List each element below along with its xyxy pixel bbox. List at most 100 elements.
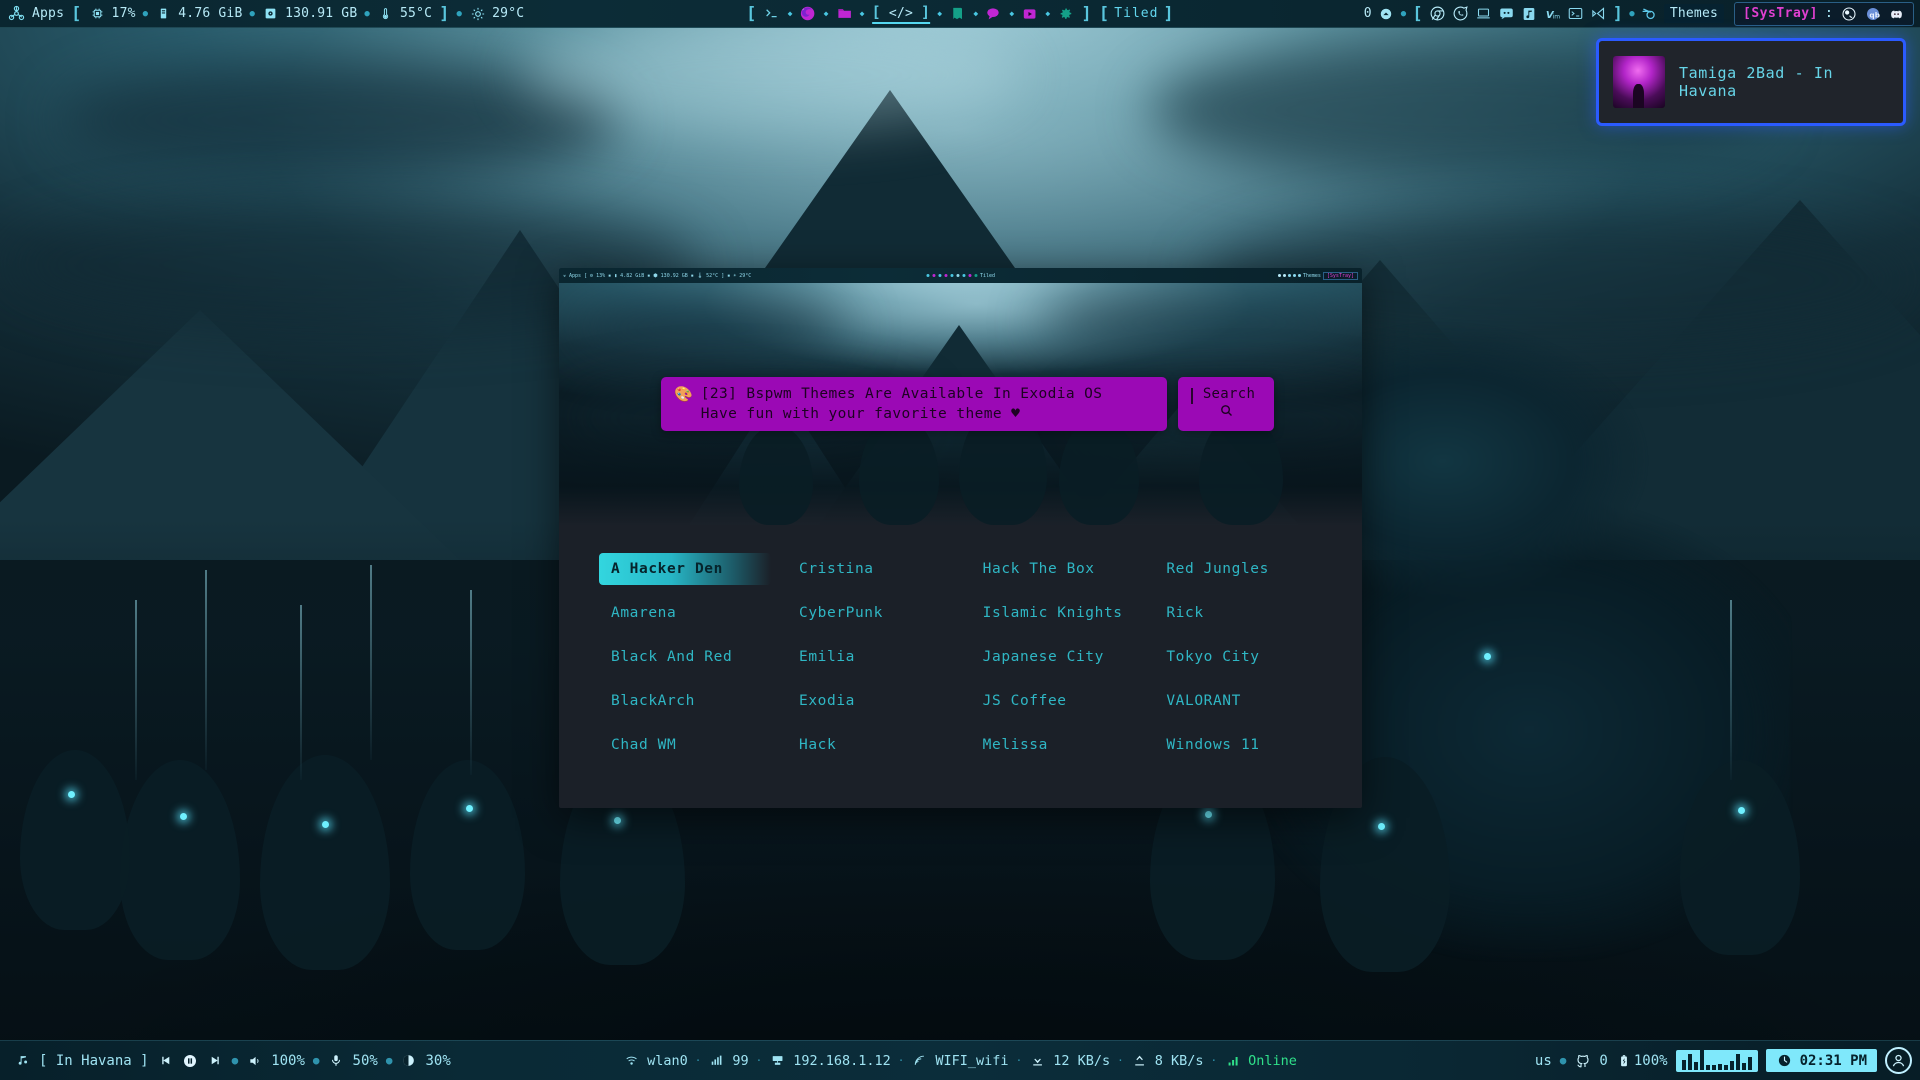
laptop-icon[interactable] [1475, 5, 1492, 22]
apps-label[interactable]: Apps [32, 6, 64, 21]
previous-track-icon[interactable] [157, 1052, 174, 1069]
svg-text:qb: qb [1869, 10, 1880, 19]
cpu-stat: 17% [89, 5, 136, 22]
theme-item[interactable]: Tokyo City [1154, 641, 1322, 673]
theme-item[interactable]: Amarena [599, 597, 771, 629]
tray-bracket-close: ] [1612, 3, 1624, 24]
separator-dot: ● [231, 1054, 239, 1067]
mini-stats: [ ⚙ 13% ▪ ▮ 4.82 GiB ▪ ⬢ 130.92 GB ▪ 🌡 5… [584, 272, 752, 279]
user-avatar-icon[interactable] [1885, 1047, 1912, 1074]
ram-stat: 4.76 GiB [155, 5, 242, 22]
theme-item[interactable]: Exodia [787, 685, 955, 717]
temperature-icon [377, 5, 394, 22]
disk-icon [262, 5, 279, 22]
discord-icon[interactable] [1888, 5, 1905, 22]
separator-dot: ● [1629, 8, 1635, 19]
theme-item[interactable]: Hack [787, 729, 955, 761]
whatsapp-icon[interactable] [1452, 5, 1469, 22]
weather-widget[interactable]: 29°C [469, 5, 524, 22]
separator-dot: · [1117, 1054, 1124, 1067]
separator-dot: ● [456, 8, 463, 19]
clock-widget[interactable]: 02:31 PM [1765, 1049, 1877, 1072]
files-icon[interactable] [836, 5, 853, 22]
biohazard-logo-icon[interactable] [8, 5, 25, 22]
terminal-icon[interactable] [1567, 5, 1584, 22]
theme-item[interactable]: Japanese City [971, 641, 1139, 673]
clock-icon [1776, 1052, 1793, 1069]
theme-item-selected[interactable]: A Hacker Den [599, 553, 771, 585]
code-launcher[interactable]: [ </> ] [871, 3, 931, 24]
chevron-up-icon[interactable] [1378, 5, 1395, 22]
chat-icon[interactable] [985, 5, 1002, 22]
theme-item[interactable]: CyberPunk [787, 597, 955, 629]
terminal-icon[interactable] [764, 5, 781, 22]
vim-icon[interactable]: V im [1544, 5, 1561, 22]
wifi-icon [623, 1052, 640, 1069]
download-icon [1029, 1052, 1046, 1069]
theme-item[interactable]: Chad WM [599, 729, 771, 761]
qbittorrent-icon[interactable]: qb [1864, 5, 1881, 22]
volume-icon[interactable] [246, 1052, 263, 1069]
vscode-icon[interactable] [1590, 5, 1607, 22]
palette-icon: 🎨 [674, 385, 693, 403]
network-group: wlan0 · 99 · 192.168.1.12 · WIFI_wifi · … [623, 1052, 1297, 1069]
dialog-search-row: 🎨 [23] Bspwm Themes Are Available In Exo… [661, 377, 1274, 431]
separator-diamond: ◆ [937, 9, 943, 18]
battery-status[interactable]: 100% [1616, 1052, 1668, 1069]
signal-value: 99 [732, 1052, 749, 1069]
theme-item[interactable]: JS Coffee [971, 685, 1139, 717]
discord-icon[interactable] [1498, 5, 1515, 22]
firefox-icon[interactable] [800, 5, 817, 22]
music-notification[interactable]: Tamiga 2Bad - In Havana [1596, 38, 1906, 126]
connection-status: Online [1248, 1052, 1297, 1069]
now-playing-label: [ In Havana ] [39, 1052, 149, 1069]
themes-label[interactable]: Themes [1663, 4, 1725, 23]
separator-dot: ● [142, 8, 149, 19]
volume-value: 100% [271, 1052, 305, 1069]
pause-icon[interactable] [182, 1052, 199, 1069]
settings-gear-icon[interactable] [1057, 5, 1074, 22]
book-icon[interactable] [949, 5, 966, 22]
next-track-icon[interactable] [207, 1052, 224, 1069]
separator-dot: · [1210, 1054, 1218, 1067]
separator-dot: ● [1559, 1054, 1567, 1067]
theme-item[interactable]: Cristina [787, 553, 955, 585]
upload-icon [1131, 1052, 1148, 1069]
github-count: 0 [1599, 1052, 1608, 1069]
theme-item[interactable]: Windows 11 [1154, 729, 1322, 761]
separator-diamond: ◆ [973, 9, 979, 18]
download-rate: 12 KB/s [1053, 1052, 1111, 1069]
ip-address: 192.168.1.12 [793, 1052, 891, 1069]
mini-launchers: Tiled [925, 273, 995, 279]
systray[interactable]: [SysTray] : qb [1734, 1, 1914, 26]
keyboard-layout[interactable]: us [1535, 1053, 1552, 1069]
theme-item[interactable]: Emilia [787, 641, 955, 673]
theme-selector-dialog[interactable]: ☣ Apps [ ⚙ 13% ▪ ▮ 4.82 GiB ▪ ⬢ 130.92 G… [559, 268, 1362, 808]
theme-item[interactable]: Melissa [971, 729, 1139, 761]
theme-item[interactable]: BlackArch [599, 685, 771, 717]
theme-item[interactable]: Rick [1154, 597, 1322, 629]
obs-icon[interactable] [1840, 5, 1857, 22]
chrome-icon[interactable] [1429, 5, 1446, 22]
layout-bracket-close: ] [1163, 3, 1174, 24]
video-icon[interactable] [1021, 5, 1038, 22]
album-art [1613, 56, 1665, 108]
theme-item[interactable]: VALORANT [1154, 685, 1322, 717]
prompt-banner: 🎨 [23] Bspwm Themes Are Available In Exo… [661, 377, 1167, 431]
theme-item[interactable]: Red Jungles [1154, 553, 1322, 585]
search-input[interactable]: Search [1178, 377, 1274, 431]
separator-diamond: ◆ [1045, 9, 1051, 18]
layout-indicator[interactable]: [ Tiled ] [1099, 4, 1174, 24]
theme-item[interactable]: Islamic Knights [971, 597, 1139, 629]
music-icon[interactable] [1521, 5, 1538, 22]
microphone-icon[interactable] [328, 1052, 345, 1069]
bars-icon [1224, 1052, 1241, 1069]
clock-time: 02:31 PM [1799, 1052, 1867, 1069]
blender-icon[interactable] [1641, 5, 1658, 22]
layout-label: Tiled [1114, 6, 1159, 21]
github-icon[interactable] [1574, 1052, 1591, 1069]
brightness-icon[interactable] [400, 1052, 417, 1069]
code-icon: </> [888, 6, 914, 21]
theme-item[interactable]: Hack The Box [971, 553, 1139, 585]
theme-item[interactable]: Black And Red [599, 641, 771, 673]
